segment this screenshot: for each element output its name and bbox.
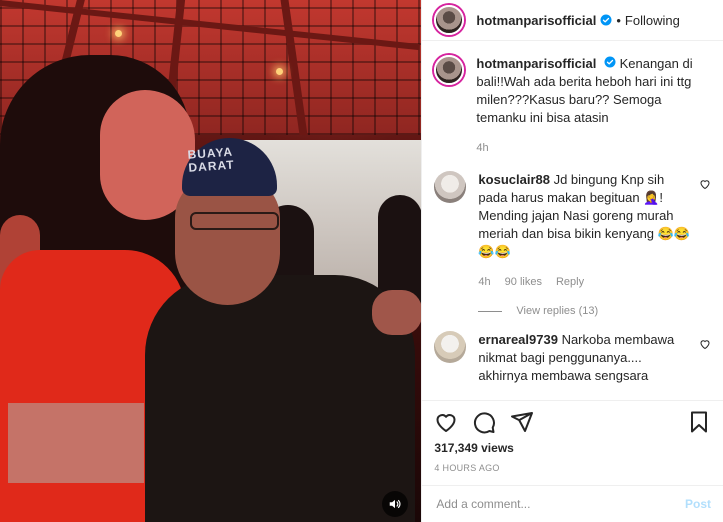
man-hand	[372, 290, 422, 335]
glasses	[190, 212, 279, 230]
caption-time[interactable]: 4h	[476, 139, 488, 157]
following-button[interactable]: Following	[625, 13, 680, 28]
username-link[interactable]: hotmanparisofficial	[476, 13, 596, 28]
avatar[interactable]	[434, 331, 467, 363]
divider-line	[478, 310, 503, 312]
post-side-panel: hotmanparisofficial • Following hotmanpa…	[421, 0, 723, 522]
post-comment-button[interactable]: Post	[685, 497, 711, 511]
view-count[interactable]: 317,349 views	[434, 441, 711, 455]
comment-item: kosuclair88 Jd bingung Knp sih pada haru…	[434, 157, 711, 291]
add-comment-bar: Post	[422, 485, 723, 522]
comment-time[interactable]: 4h	[478, 273, 490, 291]
action-icons	[434, 409, 711, 435]
comment-bubble-icon[interactable]	[472, 410, 496, 434]
like-comment-heart-icon[interactable]	[699, 177, 711, 291]
share-paper-plane-icon[interactable]	[510, 410, 534, 434]
sound-toggle-button[interactable]	[382, 491, 408, 517]
string-light	[276, 68, 283, 75]
verified-badge-icon	[604, 56, 616, 68]
like-comment-heart-icon[interactable]	[699, 337, 711, 385]
comment-username[interactable]: ernareal9739	[478, 332, 558, 347]
comment-body: kosuclair88 Jd bingung Knp sih pada haru…	[478, 171, 693, 291]
verified-badge-icon	[600, 14, 612, 26]
comment-reply-button[interactable]: Reply	[556, 273, 584, 291]
view-replies-button[interactable]: View replies (13)	[478, 305, 711, 317]
avatar[interactable]	[434, 171, 467, 203]
string-light	[115, 30, 122, 37]
caption: hotmanparisofficial Kenangan di bali!!Wa…	[434, 41, 711, 157]
comment-body: ernareal9739 Narkoba membawa nikmat bagi…	[478, 331, 693, 385]
comment-likes[interactable]: 90 likes	[505, 273, 542, 291]
caption-username[interactable]: hotmanparisofficial	[476, 56, 596, 71]
comments-list[interactable]: hotmanparisofficial Kenangan di bali!!Wa…	[422, 41, 723, 400]
cap-text: BUAYA DARAT	[187, 144, 236, 175]
caption-body: hotmanparisofficial Kenangan di bali!!Wa…	[476, 55, 711, 157]
caption-meta: 4h	[476, 139, 711, 157]
save-bookmark-icon[interactable]	[687, 410, 711, 434]
add-comment-input[interactable]	[434, 496, 685, 512]
post-video[interactable]: BUAYA DARAT	[0, 0, 422, 522]
censor-blur	[8, 403, 144, 483]
instagram-post: BUAYA DARAT hotmanparisofficial • Follow…	[0, 0, 723, 522]
avatar[interactable]	[434, 55, 465, 85]
avatar[interactable]	[434, 5, 465, 35]
post-header: hotmanparisofficial • Following	[422, 0, 723, 41]
comment-username[interactable]: kosuclair88	[478, 172, 550, 187]
post-timestamp[interactable]: 4 HOURS AGO	[434, 463, 711, 473]
comment-item: ernareal9739 Narkoba membawa nikmat bagi…	[434, 317, 711, 385]
comment-meta: 4h 90 likes Reply	[478, 273, 693, 291]
separator-dot: •	[616, 12, 621, 28]
speaker-icon	[389, 499, 401, 509]
like-heart-icon[interactable]	[434, 410, 458, 434]
action-bar: 317,349 views 4 HOURS AGO	[422, 400, 723, 473]
view-replies-label: View replies (13)	[516, 305, 599, 317]
